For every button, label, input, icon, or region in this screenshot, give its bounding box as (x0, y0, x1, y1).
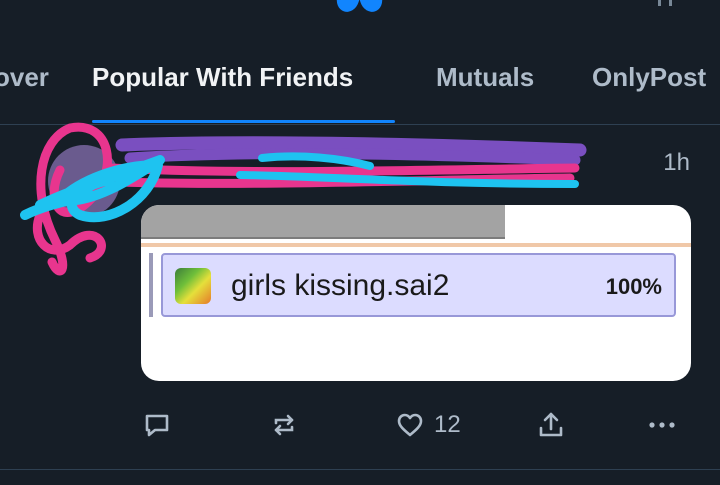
file-row-edge (149, 253, 153, 317)
active-tab-indicator (92, 120, 395, 123)
repost-button[interactable] (268, 409, 300, 441)
repost-icon (274, 414, 294, 436)
more-icon (649, 422, 675, 428)
post[interactable]: 1h girls kissing.sai2 100% 12 (0, 125, 720, 470)
file-icon (175, 268, 211, 304)
post-timestamp[interactable]: 1h (663, 149, 690, 177)
tab-onlyposts[interactable]: OnlyPost (592, 62, 706, 93)
file-progress: 100% (605, 274, 662, 299)
tab-mutuals[interactable]: Mutuals (436, 62, 534, 93)
embed-toolbar (141, 205, 505, 239)
post-actions: 12 (0, 403, 720, 447)
file-name: girls kissing.sai2 (231, 269, 450, 302)
butterfly-logo-icon[interactable] (356, 0, 386, 15)
like-icon (397, 413, 423, 437)
top-bar (0, 0, 720, 20)
avatar[interactable] (48, 145, 120, 217)
feed-tabs: over Popular With Friends Mutuals OnlyPo… (0, 52, 720, 124)
like-button[interactable]: 12 (394, 409, 461, 441)
reply-icon (145, 414, 169, 437)
feeds-icon[interactable] (658, 0, 672, 6)
share-button[interactable] (535, 409, 567, 441)
image-embed[interactable]: girls kissing.sai2 100% (141, 205, 691, 381)
tab-popular-with-friends[interactable]: Popular With Friends (92, 62, 353, 93)
embed-divider (141, 243, 691, 247)
file-row: girls kissing.sai2 100% (161, 253, 676, 317)
more-options-button[interactable] (646, 409, 678, 441)
divider (0, 469, 720, 470)
like-count: 12 (434, 411, 461, 438)
reply-button[interactable] (141, 409, 173, 441)
butterfly-logo-icon[interactable] (333, 0, 363, 15)
share-icon (539, 412, 563, 437)
tab-discover[interactable]: over (0, 62, 49, 93)
